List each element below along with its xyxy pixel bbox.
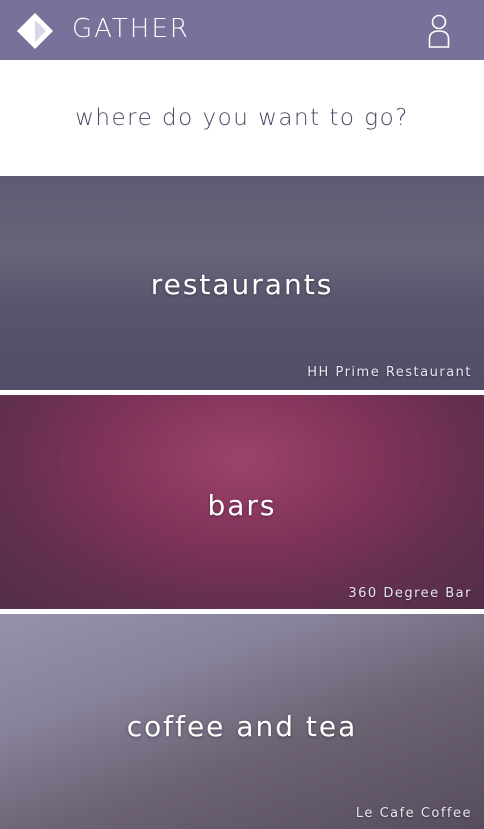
- photo-caption-coffee: Le Cafe Coffee: [355, 806, 472, 821]
- photo-caption-bars: 360 Degree Bar: [348, 586, 472, 601]
- photo-caption-restaurants: HH Prime Restaurant: [307, 365, 472, 380]
- category-card-bars[interactable]: bars 360 Degree Bar: [0, 395, 484, 609]
- category-label-restaurants: restaurants: [150, 268, 334, 301]
- category-label-bars: bars: [207, 489, 277, 522]
- category-label-coffee-and-tea: coffee and tea: [126, 710, 358, 743]
- prompt-section: where do you want to go?: [0, 60, 484, 176]
- page-prompt: where do you want to go?: [75, 105, 409, 131]
- user-profile-icon[interactable]: [428, 14, 450, 48]
- diamond-logo-icon[interactable]: [16, 12, 54, 50]
- category-card-coffee-and-tea[interactable]: coffee and tea Le Cafe Coffee: [0, 614, 484, 829]
- category-card-restaurants[interactable]: restaurants HH Prime Restaurant: [0, 176, 484, 390]
- app-header: GATHER: [0, 0, 484, 60]
- app-title: GATHER: [72, 14, 190, 44]
